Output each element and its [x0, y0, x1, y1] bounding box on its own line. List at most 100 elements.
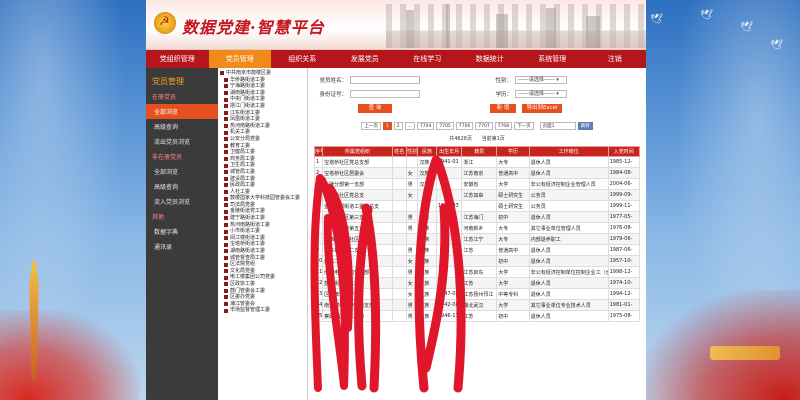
table-cell: 湖北武汉 [461, 299, 498, 311]
tree-node[interactable]: 机关工委 [220, 129, 307, 136]
table-row[interactable]: 1 宝塔桥社区党总支部 汉族 1941-01 浙江 大专 退休人员 1985-12- [313, 156, 641, 168]
table-cell: 山西路街道社区支部 [322, 233, 393, 245]
table-row[interactable]: 7 热河路街道第五支部男汉族 河南新乡 大专 其它事业单位管理人员 1976-08- [313, 222, 641, 234]
tree-node[interactable]: 湖南路街道工委 [220, 248, 307, 255]
tree-node[interactable]: 卫生局工委 [220, 162, 307, 169]
table-row[interactable]: 14 南大附中高中理科支部男汉族 1942-08 湖北武汉 大学 其它事业单位专业技术人员… [313, 299, 641, 311]
table-row[interactable]: 11 南京电力公司党支部男汉族 江苏启东 大学 非公有经济控制单位控制企业工（含 1998… [313, 266, 641, 278]
table-cell: 大学 [496, 277, 530, 289]
table-cell: 1974-10- [607, 277, 641, 289]
tree-node[interactable]: 公安分局党委 [220, 136, 307, 143]
education-select[interactable]: ------请选择------ ▾ [515, 90, 567, 98]
table-row[interactable]: 8 山西路街道社区支部 汉族 江苏江宁 大专 内部退养职工 1979-06- [313, 233, 641, 245]
pagination-item[interactable]: 7704 [416, 122, 435, 130]
tree-node[interactable]: 凤凰街道工委 [220, 116, 307, 123]
table-cell: 江苏海门 [461, 211, 498, 223]
name-input[interactable] [350, 76, 420, 84]
tree-node[interactable]: 卫健局工委 [220, 149, 307, 156]
table-cell [417, 200, 437, 212]
table-cell: 大学 [496, 299, 530, 311]
export-excel-button[interactable]: 导出到Excel [522, 103, 562, 113]
tree-node[interactable]: 民政局工委 [220, 182, 307, 189]
tree-node-icon [224, 196, 228, 201]
tree-node[interactable]: 电工楼集团公司党委 [220, 274, 307, 281]
sidebar-item[interactable]: 数据字典 [146, 224, 218, 239]
table-cell: 大学 [496, 266, 530, 278]
page-goto-input[interactable]: 页面1 [539, 122, 576, 130]
table-cell: 1999-09- [607, 189, 641, 201]
table-row[interactable]: 10 西路二支部女汉族 初中 退休人员 1957-10- [313, 255, 641, 267]
table-cell: 1994-12- [607, 288, 641, 300]
search-button[interactable]: 查 询 [358, 103, 392, 113]
tree-node[interactable]: 建宁路街道工委 [220, 215, 307, 222]
nav-item[interactable]: 在线学习 [396, 50, 459, 68]
pagination-item[interactable]: 7706 [455, 122, 474, 130]
nav-item[interactable]: 组织关系 [271, 50, 334, 68]
tree-node[interactable]: 鼓楼国家大学科技园管委会工委 [220, 195, 307, 202]
table-cell: 1981-01- [607, 299, 641, 311]
table-cell: 初中 [496, 211, 530, 223]
nav-item[interactable]: 党员管理 [208, 50, 271, 68]
tree-node-icon [224, 216, 228, 221]
table-cell: 女 [405, 277, 419, 289]
table-row[interactable]: 2 宝塔桥社区居委会女汉族 江苏南京 普通高中 退休人员 1984-08- [313, 167, 641, 179]
table-row[interactable]: 12 鼓楼街社区二支部女汉族 江苏 大学 退休人员 1974-10- [313, 277, 641, 289]
table-header-cell: 姓名 [391, 146, 407, 157]
background-ribbon [710, 346, 780, 360]
table-cell: 宝塔桥社区第三支部 [322, 211, 393, 223]
page-goto-button[interactable]: 跳转 [577, 122, 593, 130]
nav-item[interactable]: 发展党员 [334, 50, 397, 68]
tree-root[interactable]: 中共南京市鼓楼区委 [220, 70, 307, 77]
sidebar-item[interactable]: 高级查询 [146, 179, 218, 194]
table-row[interactable]: 5 金陵分部街道工委党总支 1972-03 硕士研究生 公务员 1999-11- [313, 200, 641, 212]
tree-node[interactable]: 宁海路街道工委 [220, 83, 307, 90]
table-cell: 江苏 [461, 310, 498, 322]
table-cell: 15 [313, 310, 324, 322]
id-number-input[interactable] [350, 90, 420, 98]
gender-select[interactable]: ------请选择------ ▾ [515, 76, 567, 84]
table-row[interactable]: 3 金陵分部第一支部男汉族 安徽省 大学 非公有经济控制企业管理人员 2004-06- [313, 178, 641, 190]
nav-item[interactable]: 注销 [584, 50, 647, 68]
table-cell [391, 288, 407, 300]
table-row[interactable]: 9 宝苏社区第二支部男汉族 江苏 普通高中 退休人员 1987-06- [313, 244, 641, 256]
pagination-item[interactable]: 7707 [475, 122, 493, 130]
table-cell: 南大附中高中理科支部 [322, 299, 393, 311]
pagination-item[interactable]: 7708 [494, 122, 513, 130]
tree-node[interactable]: 小市街道工委 [220, 228, 307, 235]
sidebar-item[interactable]: 流入党员浏览 [146, 194, 218, 209]
pagination-item[interactable]: 下一页 [514, 122, 534, 130]
pagination-item[interactable]: 上一页 [361, 122, 381, 130]
nav-item[interactable]: 党组织管理 [146, 50, 209, 68]
sidebar-item[interactable]: 通讯录 [146, 239, 218, 254]
table-cell: 1972-03 [435, 200, 463, 212]
table-row[interactable]: 6 宝塔桥社区第三支部男汉族 江苏海门 初中 退休人员 1977-05- [313, 211, 641, 223]
table-cell: 男 [405, 244, 419, 256]
table-row[interactable]: 15 察路社区第二支部男汉族 1946-11 江苏 初中 退休人员 1975-08- [313, 310, 641, 322]
tree-node[interactable]: 区法院党组 [220, 261, 307, 268]
add-button[interactable]: 新 增 [490, 103, 516, 113]
table-cell: 退休人员 [528, 255, 609, 267]
dove-icon: 🕊 [700, 10, 713, 21]
pagination-item[interactable]: 2 [393, 122, 403, 130]
sidebar-item[interactable]: 全部浏览 [146, 104, 218, 119]
nav-item[interactable]: 系统管理 [521, 50, 584, 68]
tree-node[interactable]: 挹江门街道工委 [220, 103, 307, 110]
pagination-item[interactable]: 1 [382, 122, 392, 130]
tree-node[interactable]: 市场监督管理工委 [220, 307, 307, 314]
sidebar-item[interactable]: 全部浏览 [146, 164, 218, 179]
table-row[interactable]: 4 宝塔桥社区党总支女 江苏如皋 硕士研究生 公务员 1999-09- [313, 189, 641, 201]
education-label: 学历： [495, 92, 512, 98]
table-cell: 汉族 [417, 310, 437, 322]
table-cell: 普通高中 [496, 244, 530, 256]
tree-node[interactable]: 区政协工委 [220, 281, 307, 288]
tree-node[interactable]: 城管局工委 [220, 169, 307, 176]
pagination-item[interactable]: 7705 [436, 122, 454, 130]
sidebar-item[interactable]: 高级查询 [146, 119, 218, 134]
sidebar-item[interactable]: 流出党员浏览 [146, 134, 218, 149]
tree-node[interactable]: 区委办党委 [220, 294, 307, 301]
nav-item[interactable]: 数据统计 [459, 50, 522, 68]
table-row[interactable]: 13 区三牌楼小学女汉族 1947-03 江苏扬州邗江 中等专科 退休人员 1994-12- [313, 288, 641, 300]
table-header-cell: 出生年月 [435, 146, 463, 157]
table-cell: 1947-03 [435, 288, 463, 300]
tree-node[interactable]: 中央门街道工委 [220, 96, 307, 103]
